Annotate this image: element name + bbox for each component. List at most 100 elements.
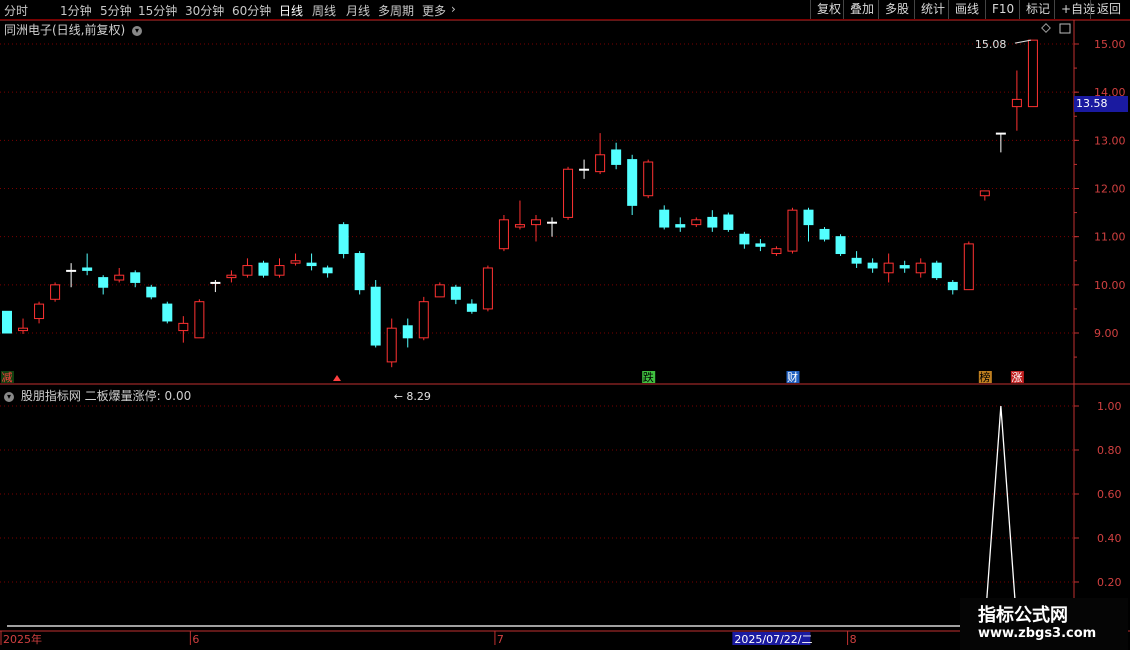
toolbar-button-2[interactable]: 多股 xyxy=(878,0,915,19)
chevron-down-icon[interactable]: ▾ xyxy=(4,391,14,402)
event-marker[interactable]: 榜 xyxy=(979,370,990,384)
candle-body-up[interactable] xyxy=(178,322,189,332)
candle-body-up[interactable] xyxy=(963,243,974,291)
candle-body-down[interactable] xyxy=(547,221,558,224)
toolbar-button-4[interactable]: 画线 xyxy=(948,0,985,19)
candle-body-up[interactable] xyxy=(1027,39,1038,108)
candle-body-down[interactable] xyxy=(851,257,862,264)
candle-body-up[interactable] xyxy=(498,219,509,250)
candle-body-up[interactable] xyxy=(1011,98,1022,108)
candle-body-up[interactable] xyxy=(691,219,702,226)
candle-body-up[interactable] xyxy=(530,219,541,226)
candle-body-down[interactable] xyxy=(66,269,77,272)
candle-body-up[interactable] xyxy=(771,248,782,255)
chart-canvas[interactable]: 9.0010.0011.0012.0013.0014.0015.000.200.… xyxy=(0,0,1130,650)
candle-body-down[interactable] xyxy=(450,286,461,300)
toolbar-button-8[interactable]: 返回 xyxy=(1090,0,1127,19)
candle-body-down[interactable] xyxy=(707,216,718,228)
event-marker[interactable]: 跌 xyxy=(643,370,654,384)
toolbar-button-3[interactable]: 统计 xyxy=(914,0,951,19)
candle-body-down[interactable] xyxy=(322,267,333,274)
candle-body-down[interactable] xyxy=(819,228,830,240)
chevron-right-icon[interactable]: › xyxy=(451,2,456,16)
candle-body-up[interactable] xyxy=(979,190,990,197)
candle-body-up[interactable] xyxy=(50,284,61,300)
chevron-down-icon[interactable]: ▾ xyxy=(132,25,143,36)
candle-body-down[interactable] xyxy=(82,267,93,271)
period-tab-0[interactable]: 分时 xyxy=(4,2,28,19)
period-tab-5[interactable]: 60分钟 xyxy=(232,2,271,19)
candle-body-up[interactable] xyxy=(114,274,125,281)
candle-body-down[interactable] xyxy=(258,262,269,276)
candle-body-up[interactable] xyxy=(18,327,29,332)
candle-body-up[interactable] xyxy=(915,262,926,274)
candle-body-up[interactable] xyxy=(34,303,45,320)
candle-body-down[interactable] xyxy=(162,303,173,322)
diamond-icon[interactable] xyxy=(1041,23,1051,33)
period-tab-2[interactable]: 5分钟 xyxy=(100,2,132,19)
candle-body-down[interactable] xyxy=(723,214,734,230)
candle-body-down[interactable] xyxy=(611,149,622,165)
toolbar-button-5[interactable]: F10 xyxy=(985,0,1020,19)
candle-body-down[interactable] xyxy=(338,224,349,255)
candle-body-up[interactable] xyxy=(242,265,253,276)
toolbar-button-0[interactable]: 复权 xyxy=(810,0,847,19)
candle-body-up[interactable] xyxy=(290,260,301,264)
candle-body-down[interactable] xyxy=(402,325,413,339)
stock-title-text: 同洲电子(日线,前复权) xyxy=(4,23,126,37)
candle-body-down[interactable] xyxy=(2,310,12,334)
indicator-line[interactable] xyxy=(7,405,1033,627)
candle-body-down[interactable] xyxy=(354,253,365,291)
indicator-title[interactable]: ▾ 股朋指标网 二板爆量涨停: 0.00 xyxy=(4,387,191,404)
candle-body-down[interactable] xyxy=(659,209,670,228)
period-tab-4[interactable]: 30分钟 xyxy=(185,2,224,19)
candle-body-down[interactable] xyxy=(931,262,942,279)
candle-body-down[interactable] xyxy=(675,224,686,228)
candle-body-down[interactable] xyxy=(306,262,317,267)
candle-body-up[interactable] xyxy=(514,224,525,228)
candle-body-down[interactable] xyxy=(835,236,846,255)
candle-body-up[interactable] xyxy=(595,154,606,173)
candle-body-down[interactable] xyxy=(995,132,1006,135)
candle-body-up[interactable] xyxy=(434,284,445,298)
candle-body-up[interactable] xyxy=(883,262,894,274)
event-marker[interactable]: 涨 xyxy=(1011,371,1022,384)
period-tab-3[interactable]: 15分钟 xyxy=(138,2,177,19)
candle-body-up[interactable] xyxy=(482,267,493,310)
candle-body-down[interactable] xyxy=(755,243,766,247)
candle-body-up[interactable] xyxy=(418,301,429,339)
stock-title[interactable]: 同洲电子(日线,前复权) ▾ xyxy=(4,21,143,38)
candle-body-up[interactable] xyxy=(643,161,654,197)
candle-body-down[interactable] xyxy=(579,168,590,171)
candle-body-up[interactable] xyxy=(194,301,205,339)
event-marker[interactable]: 财 xyxy=(787,370,798,384)
candle-body-up[interactable] xyxy=(787,209,798,252)
candle-body-up[interactable] xyxy=(274,265,285,276)
window-toggle-icon[interactable] xyxy=(1059,23,1071,34)
candle-body-down[interactable] xyxy=(210,281,221,284)
period-tab-8[interactable]: 月线 xyxy=(346,2,370,19)
candle-body-down[interactable] xyxy=(627,159,638,206)
period-tab-7[interactable]: 周线 xyxy=(312,2,336,19)
candle-body-down[interactable] xyxy=(803,209,814,226)
candle-body-down[interactable] xyxy=(739,233,750,245)
candle-body-down[interactable] xyxy=(98,277,109,288)
toolbar-button-1[interactable]: 叠加 xyxy=(843,0,880,19)
candle-body-down[interactable] xyxy=(867,262,878,269)
period-tab-9[interactable]: 多周期 xyxy=(378,2,414,19)
candle-body-up[interactable] xyxy=(563,168,574,218)
price-tick-label: 10.00 xyxy=(1094,279,1126,292)
event-marker[interactable]: 减 xyxy=(2,371,13,384)
period-tab-6[interactable]: 日线 xyxy=(279,2,303,19)
toolbar-button-6[interactable]: 标记 xyxy=(1019,0,1056,19)
candle-body-up[interactable] xyxy=(386,327,397,363)
candle-body-up[interactable] xyxy=(226,274,237,279)
candle-body-down[interactable] xyxy=(370,286,381,346)
candle-body-down[interactable] xyxy=(899,265,910,269)
candle-body-down[interactable] xyxy=(130,272,141,283)
period-tab-10[interactable]: 更多 xyxy=(422,2,446,19)
candle-body-down[interactable] xyxy=(146,286,157,298)
period-tab-1[interactable]: 1分钟 xyxy=(60,2,92,19)
candle-body-down[interactable] xyxy=(466,303,477,312)
candle-body-down[interactable] xyxy=(947,281,958,291)
